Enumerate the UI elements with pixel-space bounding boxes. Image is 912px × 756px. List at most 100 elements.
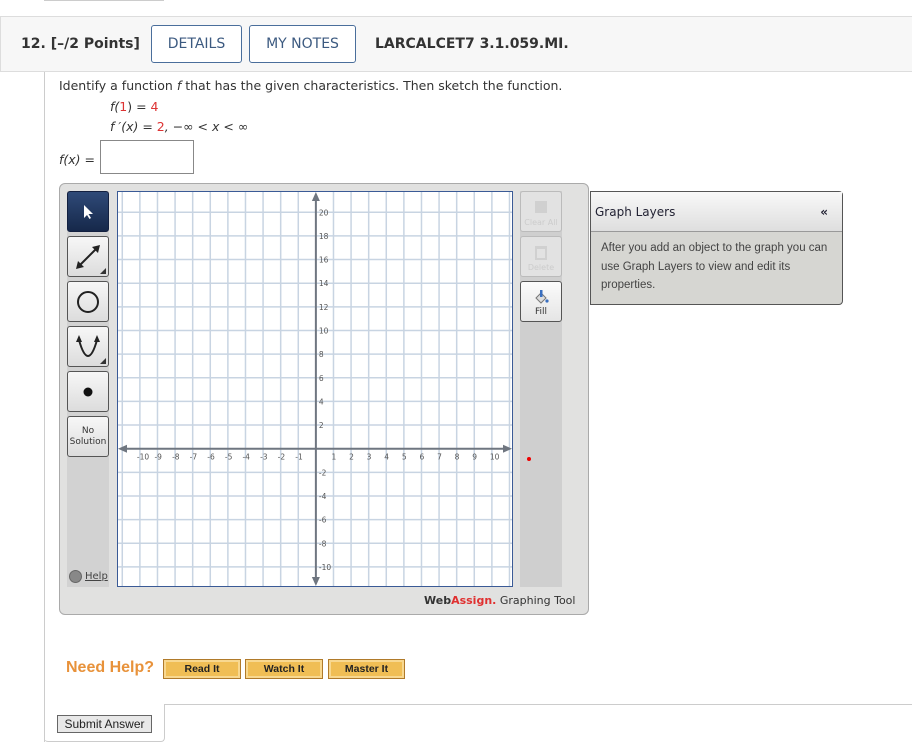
question-points: 12. [–/2 Points] (21, 36, 140, 52)
y-tick-label: 2 (319, 421, 324, 430)
details-button[interactable]: DETAILS (151, 25, 242, 63)
question-header: 12. [–/2 Points] DETAILS MY NOTES LARCAL… (0, 16, 912, 72)
x-tick-label: 10 (490, 453, 500, 462)
x-tick-label: 9 (472, 453, 477, 462)
x-tick-label: 2 (349, 453, 354, 462)
eq-text: ) = (127, 99, 151, 114)
y-tick-label: -8 (319, 539, 327, 548)
double-arrow-line-icon (76, 244, 100, 269)
y-tick-label: -6 (319, 516, 327, 525)
y-tick-label: 20 (319, 208, 329, 217)
condition-2: f ′(x) = 2, −∞ < x < ∞ (110, 119, 248, 134)
x-tick-label: -9 (154, 453, 162, 462)
graph-layers-panel: Graph Layers « After you add an object to… (590, 191, 843, 305)
submenu-indicator (100, 358, 106, 364)
master-it-button[interactable]: Master It (328, 659, 405, 679)
x-tick-label: 7 (437, 453, 442, 462)
y-tick-label: 14 (319, 279, 329, 288)
x-tick-label: 3 (367, 453, 372, 462)
x-tick-label: -1 (295, 453, 303, 462)
brand-assign: Assign. (451, 594, 497, 607)
webassign-brand: WebAssign. Graphing Tool (424, 594, 575, 607)
answer-label: f(x) = (59, 152, 95, 167)
x-tick-label: 8 (455, 453, 460, 462)
no-solution-button[interactable]: No Solution (67, 416, 109, 457)
trash-icon (535, 246, 547, 260)
x-tick-label: -5 (225, 453, 233, 462)
delete-button[interactable]: Delete (520, 236, 562, 277)
prompt-text: that has the given characteristics. Then… (181, 78, 563, 93)
brand-tool: Graphing Tool (496, 594, 576, 607)
graph-layers-title: Graph Layers (595, 204, 676, 219)
y-tick-label: 6 (319, 374, 324, 383)
line-tool-button[interactable] (67, 236, 109, 277)
y-tick-label: 18 (319, 232, 329, 241)
clear-all-label: Clear All (524, 218, 558, 227)
submit-answer-button[interactable]: Submit Answer (57, 715, 152, 733)
y-tick-label: -4 (319, 492, 327, 501)
prompt-text: Identify a function (59, 78, 177, 93)
parabola-tool-button[interactable] (67, 326, 109, 367)
y-tick-label: 4 (319, 397, 324, 406)
x-tick-label: 1 (331, 453, 336, 462)
no-solution-label: Solution (69, 436, 107, 447)
y-tick-label: 10 (319, 326, 329, 335)
clear-icon (535, 201, 547, 213)
condition-1: f(1) = 4 (110, 99, 159, 114)
watch-it-button[interactable]: Watch It (245, 659, 323, 679)
point-tool-button[interactable] (67, 371, 109, 412)
collapse-icon[interactable]: « (820, 205, 828, 219)
eq-text: f( (110, 99, 120, 114)
question-code: LARCALCET7 3.1.059.MI. (375, 36, 569, 52)
eq-value: 4 (150, 99, 159, 114)
graph-layers-header: Graph Layers « (591, 192, 842, 232)
points: [–/2 Points] (50, 36, 140, 52)
pointer-arrow-icon (84, 204, 93, 219)
x-tick-label: -8 (172, 453, 180, 462)
x-tick-label: -6 (207, 453, 215, 462)
divider (44, 72, 45, 742)
x-tick-label: -3 (260, 453, 268, 462)
need-help-label: Need Help? (66, 659, 155, 676)
y-tick-label: 8 (319, 350, 324, 359)
help-link[interactable]: Help (69, 570, 108, 583)
graph-layers-info: After you add an object to the graph you… (601, 242, 828, 291)
select-tool-button[interactable] (67, 191, 109, 232)
question-prompt: Identify a function f that has the given… (59, 78, 562, 93)
point-icon (83, 387, 93, 396)
x-tick-label: -2 (278, 453, 286, 462)
help-icon (69, 570, 82, 583)
fill-label: Fill (534, 307, 548, 317)
eq-text: f ′(x) = (110, 119, 157, 134)
parabola-icon (76, 334, 100, 357)
my-notes-button[interactable]: MY NOTES (249, 25, 356, 63)
circle-icon (77, 290, 99, 313)
x-tick-label: -7 (190, 453, 198, 462)
status-dot (527, 457, 531, 461)
help-label: Help (85, 571, 108, 582)
x-tick-label: 5 (402, 453, 407, 462)
fill-button[interactable]: Fill (520, 281, 562, 322)
circle-tool-button[interactable] (67, 281, 109, 322)
y-tick-label: 12 (319, 303, 329, 312)
paint-bucket-icon (535, 290, 549, 304)
y-tick-label: -10 (319, 563, 331, 572)
y-tick-label: -2 (319, 468, 327, 477)
fx-answer-input[interactable] (100, 140, 194, 174)
brand-web: Web (424, 594, 452, 607)
eq-text: , −∞ < x < ∞ (164, 119, 249, 134)
divider (44, 0, 164, 1)
x-tick-label: 6 (419, 453, 424, 462)
x-tick-label: -4 (242, 453, 250, 462)
x-tick-label: -10 (137, 453, 149, 462)
divider (165, 704, 912, 705)
x-tick-label: 4 (384, 453, 389, 462)
delete-label: Delete (527, 263, 555, 272)
clear-all-button[interactable]: Clear All (520, 191, 562, 232)
eq-value: 2 (156, 119, 165, 134)
y-tick-label: 16 (319, 256, 329, 265)
no-solution-label: No (81, 425, 95, 436)
graph-canvas[interactable]: -10 -9 -8 -7 -6 -5 -4 -3 -2 -1 1 2 3 4 5 6 7 8 9 1020181614… (117, 191, 513, 587)
read-it-button[interactable]: Read It (163, 659, 241, 679)
question-number: 12. (21, 36, 46, 52)
